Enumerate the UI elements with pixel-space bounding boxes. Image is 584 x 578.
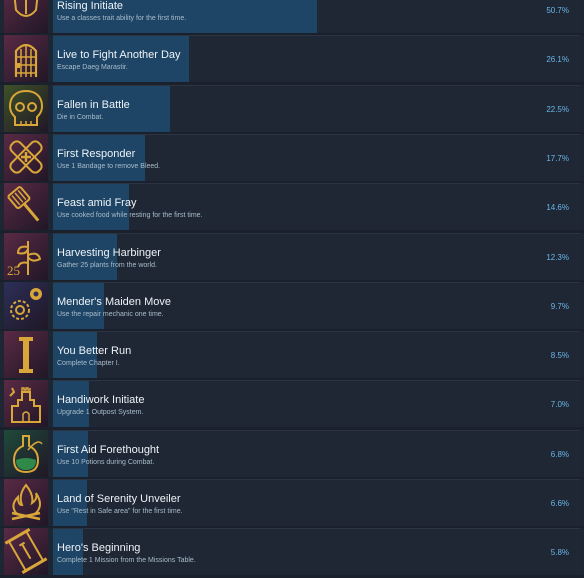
achievement-description: Upgrade 1 Outpost System. [57,409,144,417]
scroll-icon [4,528,48,576]
skull-icon [4,84,48,132]
achievement-title: You Better Run [57,345,132,358]
achievement-row: Hero's Beginning Complete 1 Mission from … [0,528,584,576]
achievement-description: Use the repair mechanic one time. [57,310,164,318]
achievement-row: Fallen in Battle Die in Combat. 22.5% [0,84,584,132]
unlock-percentage: 6.6% [550,499,569,508]
achievement-description: Use "Rest in Safe area" for the first ti… [57,508,183,515]
achievement-title: Live to Fight Another Day [57,49,181,62]
achievement-description: Die in Combat. [57,113,104,121]
achievement-row: 25 Harvesting Harbinger Gather 25 plants f… [0,232,584,280]
shield-icon [4,0,48,33]
chapter-one-icon [4,331,48,379]
achievement-panel: First Aid Forethought Use 10 Potions duri… [53,429,580,477]
achievement-panel: You Better Run Complete Chapter I. 8.5% [53,331,580,379]
achievement-panel: Handiwork Initiate Upgrade 1 Outpost Syst… [53,380,580,428]
achievement-row: Rising Initiate Use a classes trait abili… [0,0,584,33]
spatula-icon [4,183,48,231]
achievement-row: Live to Fight Another Day Escape Daeg Mar… [0,35,584,83]
gears-icon [4,281,48,329]
achievement-description: Complete 1 Mission from the Missions Tab… [57,557,196,565]
unlock-percentage: 5.8% [550,548,569,558]
castle-icon [4,380,48,428]
achievement-row: First Aid Forethought Use 10 Potions duri… [0,429,584,477]
achievement-panel: Hero's Beginning Complete 1 Mission from … [53,528,580,576]
unlock-percentage: 26.1% [546,55,569,65]
achievement-title: Land of Serenity Unveiler [57,493,181,505]
achievement-title: First Responder [57,147,136,160]
achievement-title: Mender's Maiden Move [57,295,171,308]
achievement-panel: First Responder Use 1 Bandage to remove B… [53,133,580,181]
achievement-description: Complete Chapter I. [57,360,120,368]
achievement-list: Rising Initiate Use a classes trait abili… [0,0,584,578]
unlock-percentage: 12.3% [546,252,569,262]
achievement-row: Handiwork Initiate Upgrade 1 Outpost Syst… [0,380,584,428]
achievement-panel: Mender's Maiden Move Use the repair mecha… [53,281,580,329]
achievement-title: Harvesting Harbinger [57,246,161,259]
achievement-description: Use a classes trait ability for the firs… [57,15,187,22]
achievement-description: Escape Daeg Marastir. [57,64,128,72]
unlock-percentage: 22.5% [546,104,569,114]
achievement-panel: Harvesting Harbinger Gather 25 plants fro… [53,232,580,280]
achievement-title: Handiwork Initiate [57,394,145,407]
achievement-row: Mender's Maiden Move Use the repair mecha… [0,281,584,329]
portcullis-icon [4,35,48,83]
unlock-percentage: 50.7% [546,6,569,15]
achievement-title: Hero's Beginning [57,542,141,555]
achievement-description: Gather 25 plants from the world. [57,261,157,269]
achievement-description: Use 10 Potions during Combat. [57,458,155,466]
achievement-panel: Rising Initiate Use a classes trait abili… [53,0,580,33]
potion-icon [4,429,48,477]
count-badge: 25 [7,263,20,278]
unlock-percentage: 14.6% [546,203,569,213]
achievement-panel: Live to Fight Another Day Escape Daeg Mar… [53,35,580,83]
achievement-description: Use cooked food while resting for the fi… [57,212,203,220]
achievement-panel: Feast amid Fray Use cooked food while res… [53,183,580,231]
achievement-panel: Fallen in Battle Die in Combat. 22.5% [53,84,580,132]
achievement-title: Feast amid Fray [57,197,137,210]
achievement-row: First Responder Use 1 Bandage to remove B… [0,133,584,181]
achievement-row: Land of Serenity Unveiler Use "Rest in Sa… [0,479,584,526]
achievement-title: First Aid Forethought [57,443,160,456]
unlock-percentage: 17.7% [546,153,569,163]
achievement-title: Fallen in Battle [57,98,130,111]
plant-icon: 25 [4,232,48,280]
bandage-icon [4,133,48,181]
unlock-percentage: 6.8% [550,449,569,459]
campfire-icon [4,479,48,526]
achievement-panel: Land of Serenity Unveiler Use "Rest in Sa… [53,479,580,526]
achievement-description: Use 1 Bandage to remove Bleed. [57,162,161,170]
unlock-percentage: 8.5% [550,351,569,361]
unlock-percentage: 9.7% [550,301,569,311]
unlock-percentage: 7.0% [550,400,569,410]
achievement-row: Feast amid Fray Use cooked food while res… [0,183,584,231]
achievement-row: You Better Run Complete Chapter I. 8.5% [0,331,584,379]
achievement-title: Rising Initiate [57,0,124,12]
